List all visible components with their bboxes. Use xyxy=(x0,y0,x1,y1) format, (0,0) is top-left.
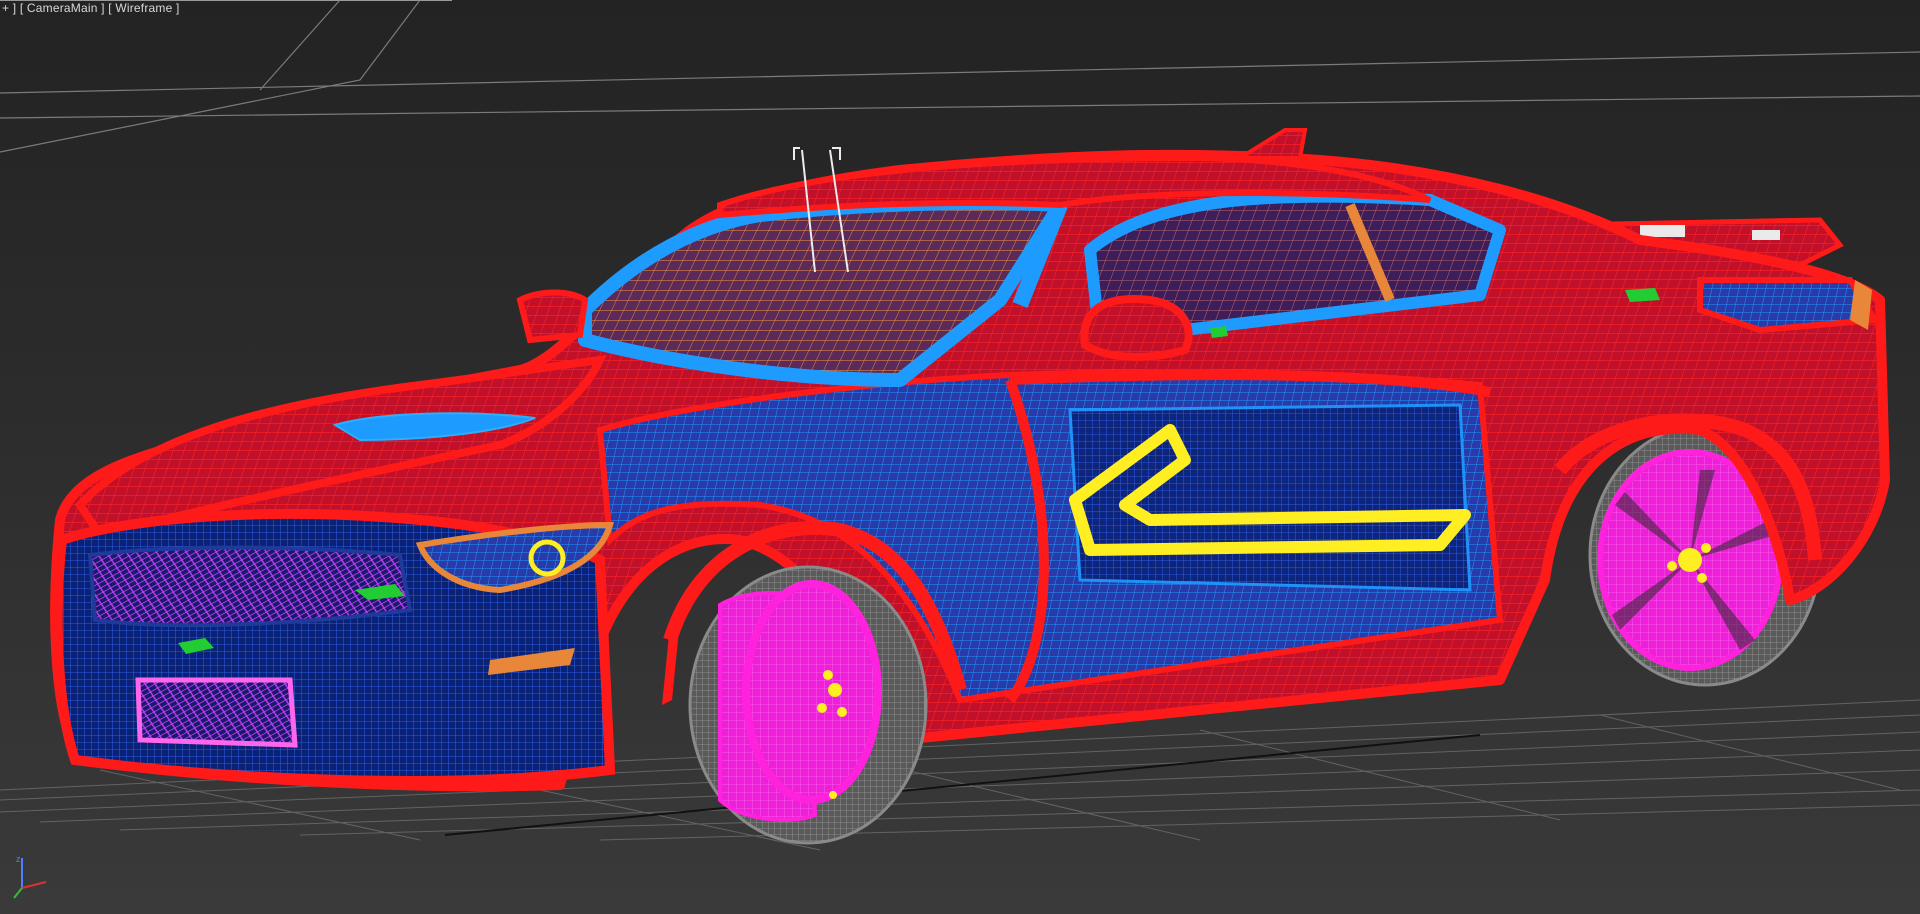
spoiler-slot-2 xyxy=(1752,230,1780,240)
roof-antenna xyxy=(1233,128,1308,160)
svg-text:z: z xyxy=(16,854,21,864)
window-sticker xyxy=(1210,326,1228,338)
upper-grille xyxy=(87,545,413,628)
horizon-grid-lines xyxy=(0,0,1920,153)
lower-grille xyxy=(135,677,298,748)
scene-render: z xyxy=(0,0,1920,899)
side-mirror xyxy=(1080,295,1193,361)
axis-gizmo: z xyxy=(13,854,47,899)
front-wheel xyxy=(688,565,928,845)
rear-badge xyxy=(1625,288,1660,302)
viewport-canvas[interactable]: + ] [ CameraMain ] [ Wireframe ] z xyxy=(0,0,1920,914)
front-spoiler-lip xyxy=(516,289,589,344)
spoiler-slot-1 xyxy=(1640,225,1685,237)
